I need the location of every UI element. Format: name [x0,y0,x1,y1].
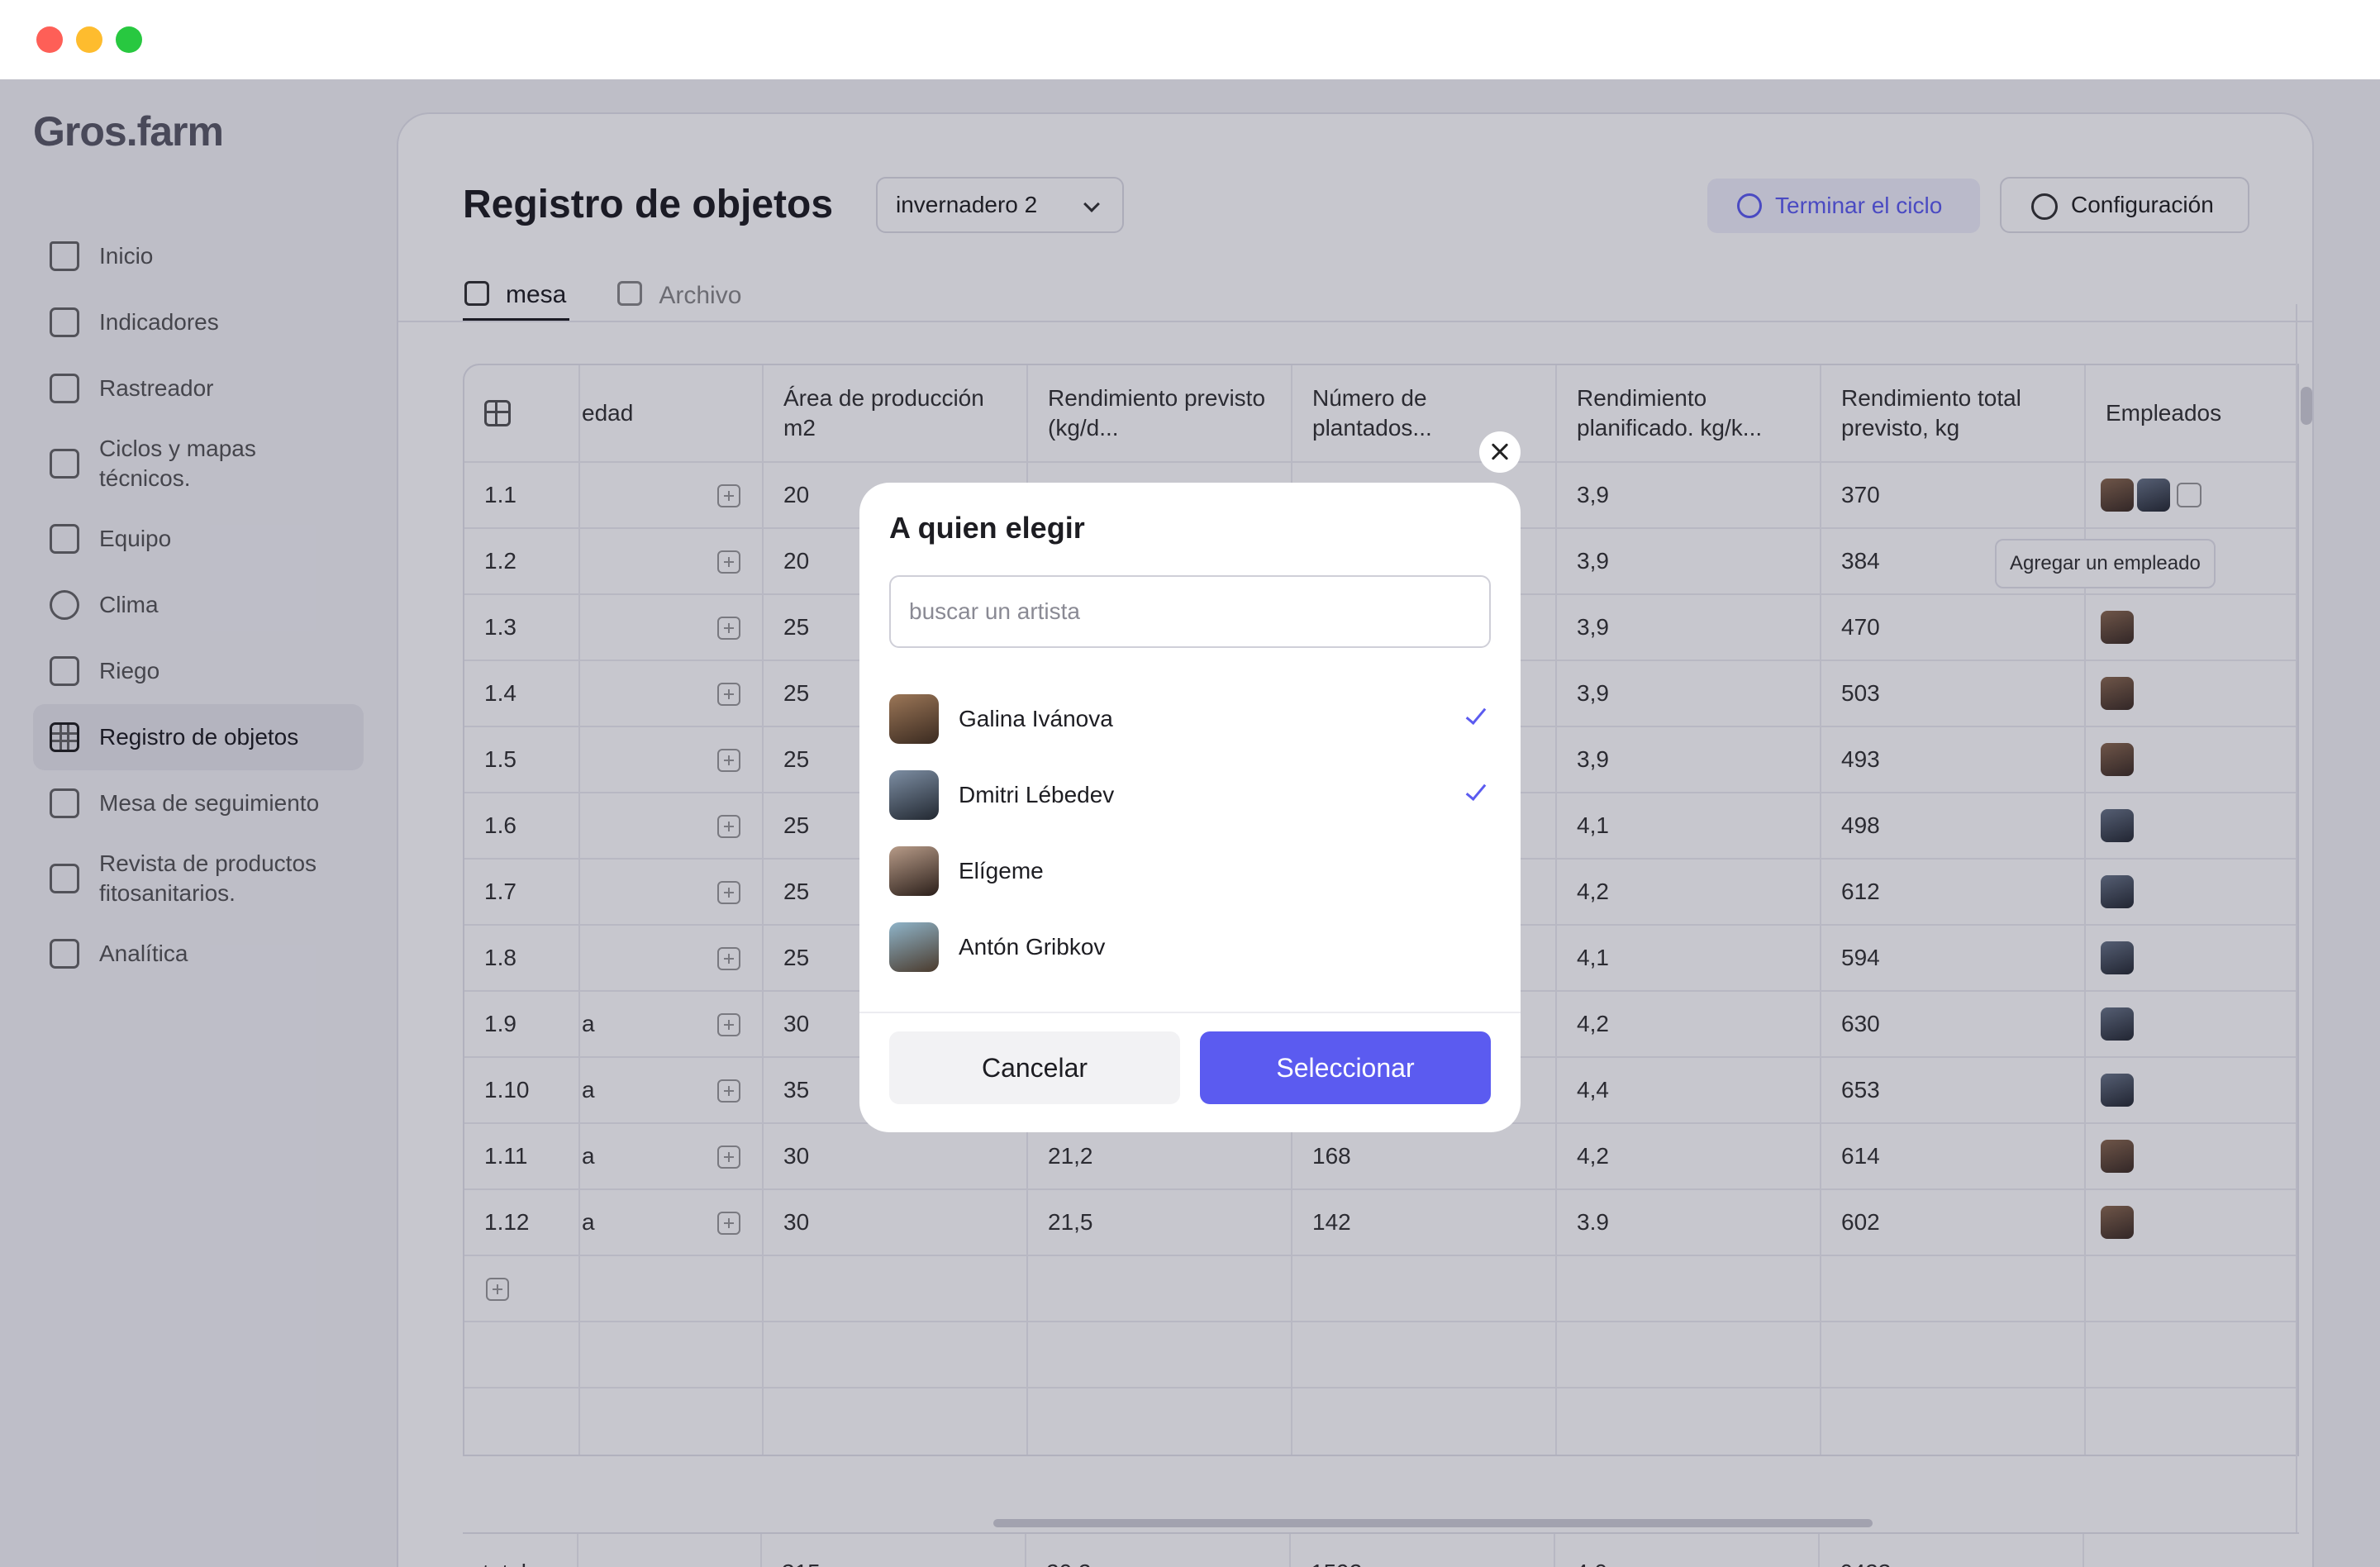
maximize-window-button[interactable] [116,26,142,53]
person-name: Antón Gribkov [959,934,1106,960]
select-button[interactable]: Seleccionar [1200,1031,1491,1104]
close-modal-button[interactable] [1479,431,1521,473]
people-list: Galina Ivánova Dmitri Lébedev Elígeme Antón… [889,681,1491,985]
avatar [889,922,939,972]
check-icon [1465,779,1487,802]
search-input[interactable] [889,575,1491,648]
avatar [889,846,939,896]
employee-picker-modal: A quien elegir Galina Ivánova Dmitri Lébe… [859,483,1521,1132]
minimize-window-button[interactable] [76,26,102,53]
check-icon [1465,703,1487,726]
avatar [889,770,939,820]
person-option[interactable]: Antón Gribkov [889,909,1491,985]
cancel-button[interactable]: Cancelar [889,1031,1180,1104]
person-option[interactable]: Galina Ivánova [889,681,1491,757]
person-name: Galina Ivánova [959,706,1113,731]
person-name: Elígeme [959,858,1044,884]
modal-title: A quien elegir [889,511,1085,545]
person-name: Dmitri Lébedev [959,782,1115,807]
modal-divider [859,1012,1521,1013]
window-titlebar [0,0,2380,79]
avatar [889,694,939,744]
person-option[interactable]: Elígeme [889,833,1491,909]
close-window-button[interactable] [36,26,63,53]
person-option[interactable]: Dmitri Lébedev [889,757,1491,833]
